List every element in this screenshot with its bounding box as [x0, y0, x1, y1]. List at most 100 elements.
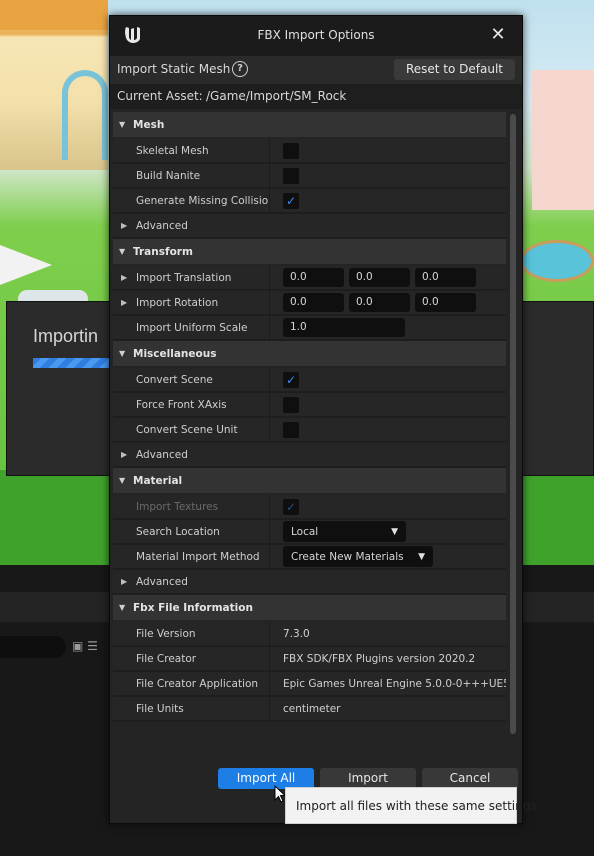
category-material[interactable]: ▼ Material	[113, 468, 506, 493]
file-creator-value: FBX SDK/FBX Plugins version 2020.2	[283, 652, 476, 665]
scene-fountain	[520, 240, 594, 282]
category-label: Material	[133, 474, 183, 487]
current-asset-row: Current Asset: /Game/Import/SM_Rock	[110, 84, 522, 109]
option-import-rotation: ▶ Import Rotation 0.0 0.0 0.0	[113, 291, 506, 316]
category-mesh[interactable]: ▼ Mesh	[113, 112, 506, 137]
collapse-arrow-icon: ▼	[119, 476, 126, 485]
dropdown-value: Local	[291, 525, 319, 538]
info-file-version: File Version 7.3.0	[113, 622, 506, 647]
translation-z-field[interactable]: 0.0	[415, 268, 476, 287]
category-label: Miscellaneous	[133, 347, 217, 360]
option-label: Material Import Method	[113, 545, 270, 568]
scene-arch	[62, 70, 108, 160]
category-fbx-file-information[interactable]: ▼ Fbx File Information	[113, 595, 506, 620]
option-label: Advanced	[136, 575, 188, 588]
fbx-import-dialog: FBX Import Options ✕ Import Static Mesh …	[109, 15, 523, 824]
search-location-dropdown[interactable]: Local ▼	[283, 521, 406, 542]
checkmark-icon: ✓	[285, 193, 297, 208]
checkmark-icon: ✓	[285, 499, 297, 514]
option-label: Advanced	[136, 219, 188, 232]
import-progress-title: Importin	[33, 326, 99, 346]
option-import-uniform-scale: Import Uniform Scale 1.0	[113, 316, 506, 341]
skeletal-mesh-checkbox[interactable]	[283, 142, 299, 159]
category-miscellaneous[interactable]: ▼ Miscellaneous	[113, 341, 506, 366]
cancel-button[interactable]: Cancel	[422, 768, 518, 789]
collapse-arrow-icon: ▼	[119, 349, 126, 358]
info-file-units: File Units centimeter	[113, 697, 506, 722]
collapse-arrow-icon: ▼	[119, 603, 126, 612]
mesh-advanced-row[interactable]: ▶ Advanced	[113, 214, 506, 239]
force-front-xaxis-checkbox[interactable]	[283, 396, 299, 413]
file-version-value: 7.3.0	[283, 627, 310, 640]
option-label: Convert Scene Unit	[113, 418, 270, 441]
checkmark-icon: ✓	[285, 372, 297, 387]
category-transform[interactable]: ▼ Transform	[113, 239, 506, 264]
import-progress-bar	[33, 358, 113, 368]
option-skeletal-mesh: Skeletal Mesh	[113, 139, 506, 164]
expand-arrow-icon: ▶	[121, 450, 128, 459]
chevron-down-icon: ▼	[391, 526, 398, 537]
uniform-scale-field[interactable]: 1.0	[283, 318, 405, 337]
current-asset-label: Current Asset:	[117, 89, 203, 103]
import-button[interactable]: Import	[320, 768, 416, 789]
option-build-nanite: Build Nanite	[113, 164, 506, 189]
scene-roof	[0, 0, 108, 30]
scene-tower	[532, 70, 594, 210]
options-scrollbar[interactable]	[510, 114, 516, 734]
dropdown-value: Create New Materials	[291, 550, 404, 563]
rotation-z-field[interactable]: 0.0	[415, 293, 476, 312]
close-icon[interactable]: ✕	[488, 25, 508, 45]
option-label: File Creator	[113, 647, 270, 670]
option-label: Import Uniform Scale	[113, 316, 270, 339]
file-units-value: centimeter	[283, 702, 341, 715]
import-textures-checkbox: ✓	[283, 498, 299, 515]
rotation-y-field[interactable]: 0.0	[349, 293, 410, 312]
expand-arrow-icon[interactable]: ▶	[121, 298, 127, 307]
expand-arrow-icon: ▶	[121, 221, 128, 230]
option-label: Import Rotation	[113, 291, 270, 314]
option-label: Generate Missing Collision	[113, 189, 270, 212]
current-asset-path: /Game/Import/SM_Rock	[206, 89, 347, 103]
option-label: Skeletal Mesh	[113, 139, 270, 162]
build-nanite-checkbox[interactable]	[283, 167, 299, 184]
scene-arrow-shape	[0, 245, 52, 285]
option-force-front-xaxis: Force Front XAxis	[113, 393, 506, 418]
generate-collision-checkbox[interactable]: ✓	[283, 192, 299, 209]
option-label: Import Textures	[113, 495, 270, 518]
translation-y-field[interactable]: 0.0	[349, 268, 410, 287]
import-all-button[interactable]: Import All	[218, 768, 314, 789]
option-search-location: Search Location Local ▼	[113, 520, 506, 545]
expand-arrow-icon[interactable]: ▶	[121, 273, 127, 282]
category-label: Mesh	[133, 118, 165, 131]
import-type-row: Import Static Mesh ? Reset to Default	[110, 56, 522, 84]
option-convert-scene: Convert Scene ✓	[113, 368, 506, 393]
collapse-arrow-icon: ▼	[119, 247, 126, 256]
convert-scene-unit-checkbox[interactable]	[283, 421, 299, 438]
option-generate-collision: Generate Missing Collision ✓	[113, 189, 506, 214]
reset-to-default-button[interactable]: Reset to Default	[394, 59, 515, 80]
misc-advanced-row[interactable]: ▶ Advanced	[113, 443, 506, 468]
help-icon[interactable]: ?	[232, 61, 248, 77]
option-label: Force Front XAxis	[113, 393, 270, 416]
chevron-down-icon: ▼	[418, 551, 425, 562]
collapse-arrow-icon: ▼	[119, 120, 126, 129]
import-type-label: Import Static Mesh	[117, 62, 231, 76]
option-import-translation: ▶ Import Translation 0.0 0.0 0.0	[113, 266, 506, 291]
translation-x-field[interactable]: 0.0	[283, 268, 344, 287]
option-label: Search Location	[113, 520, 270, 543]
option-label: Advanced	[136, 448, 188, 461]
save-filter-icons[interactable]: ▣ ☰	[72, 639, 98, 653]
category-label: Transform	[133, 245, 193, 258]
material-advanced-row[interactable]: ▶ Advanced	[113, 570, 506, 595]
import-all-tooltip: Import all files with these same setting…	[285, 787, 537, 824]
content-browser-search[interactable]	[0, 636, 66, 658]
option-material-import-method: Material Import Method Create New Materi…	[113, 545, 506, 570]
material-import-method-dropdown[interactable]: Create New Materials ▼	[283, 546, 433, 567]
info-file-creator-application: File Creator Application Epic Games Unre…	[113, 672, 506, 697]
option-import-textures: Import Textures ✓	[113, 495, 506, 520]
convert-scene-checkbox[interactable]: ✓	[283, 371, 299, 388]
option-label: Import Translation	[113, 266, 270, 289]
rotation-x-field[interactable]: 0.0	[283, 293, 344, 312]
dialog-titlebar[interactable]: FBX Import Options ✕	[110, 16, 522, 56]
options-panel: ▼ Mesh Skeletal Mesh Build Nanite Genera…	[113, 112, 506, 764]
